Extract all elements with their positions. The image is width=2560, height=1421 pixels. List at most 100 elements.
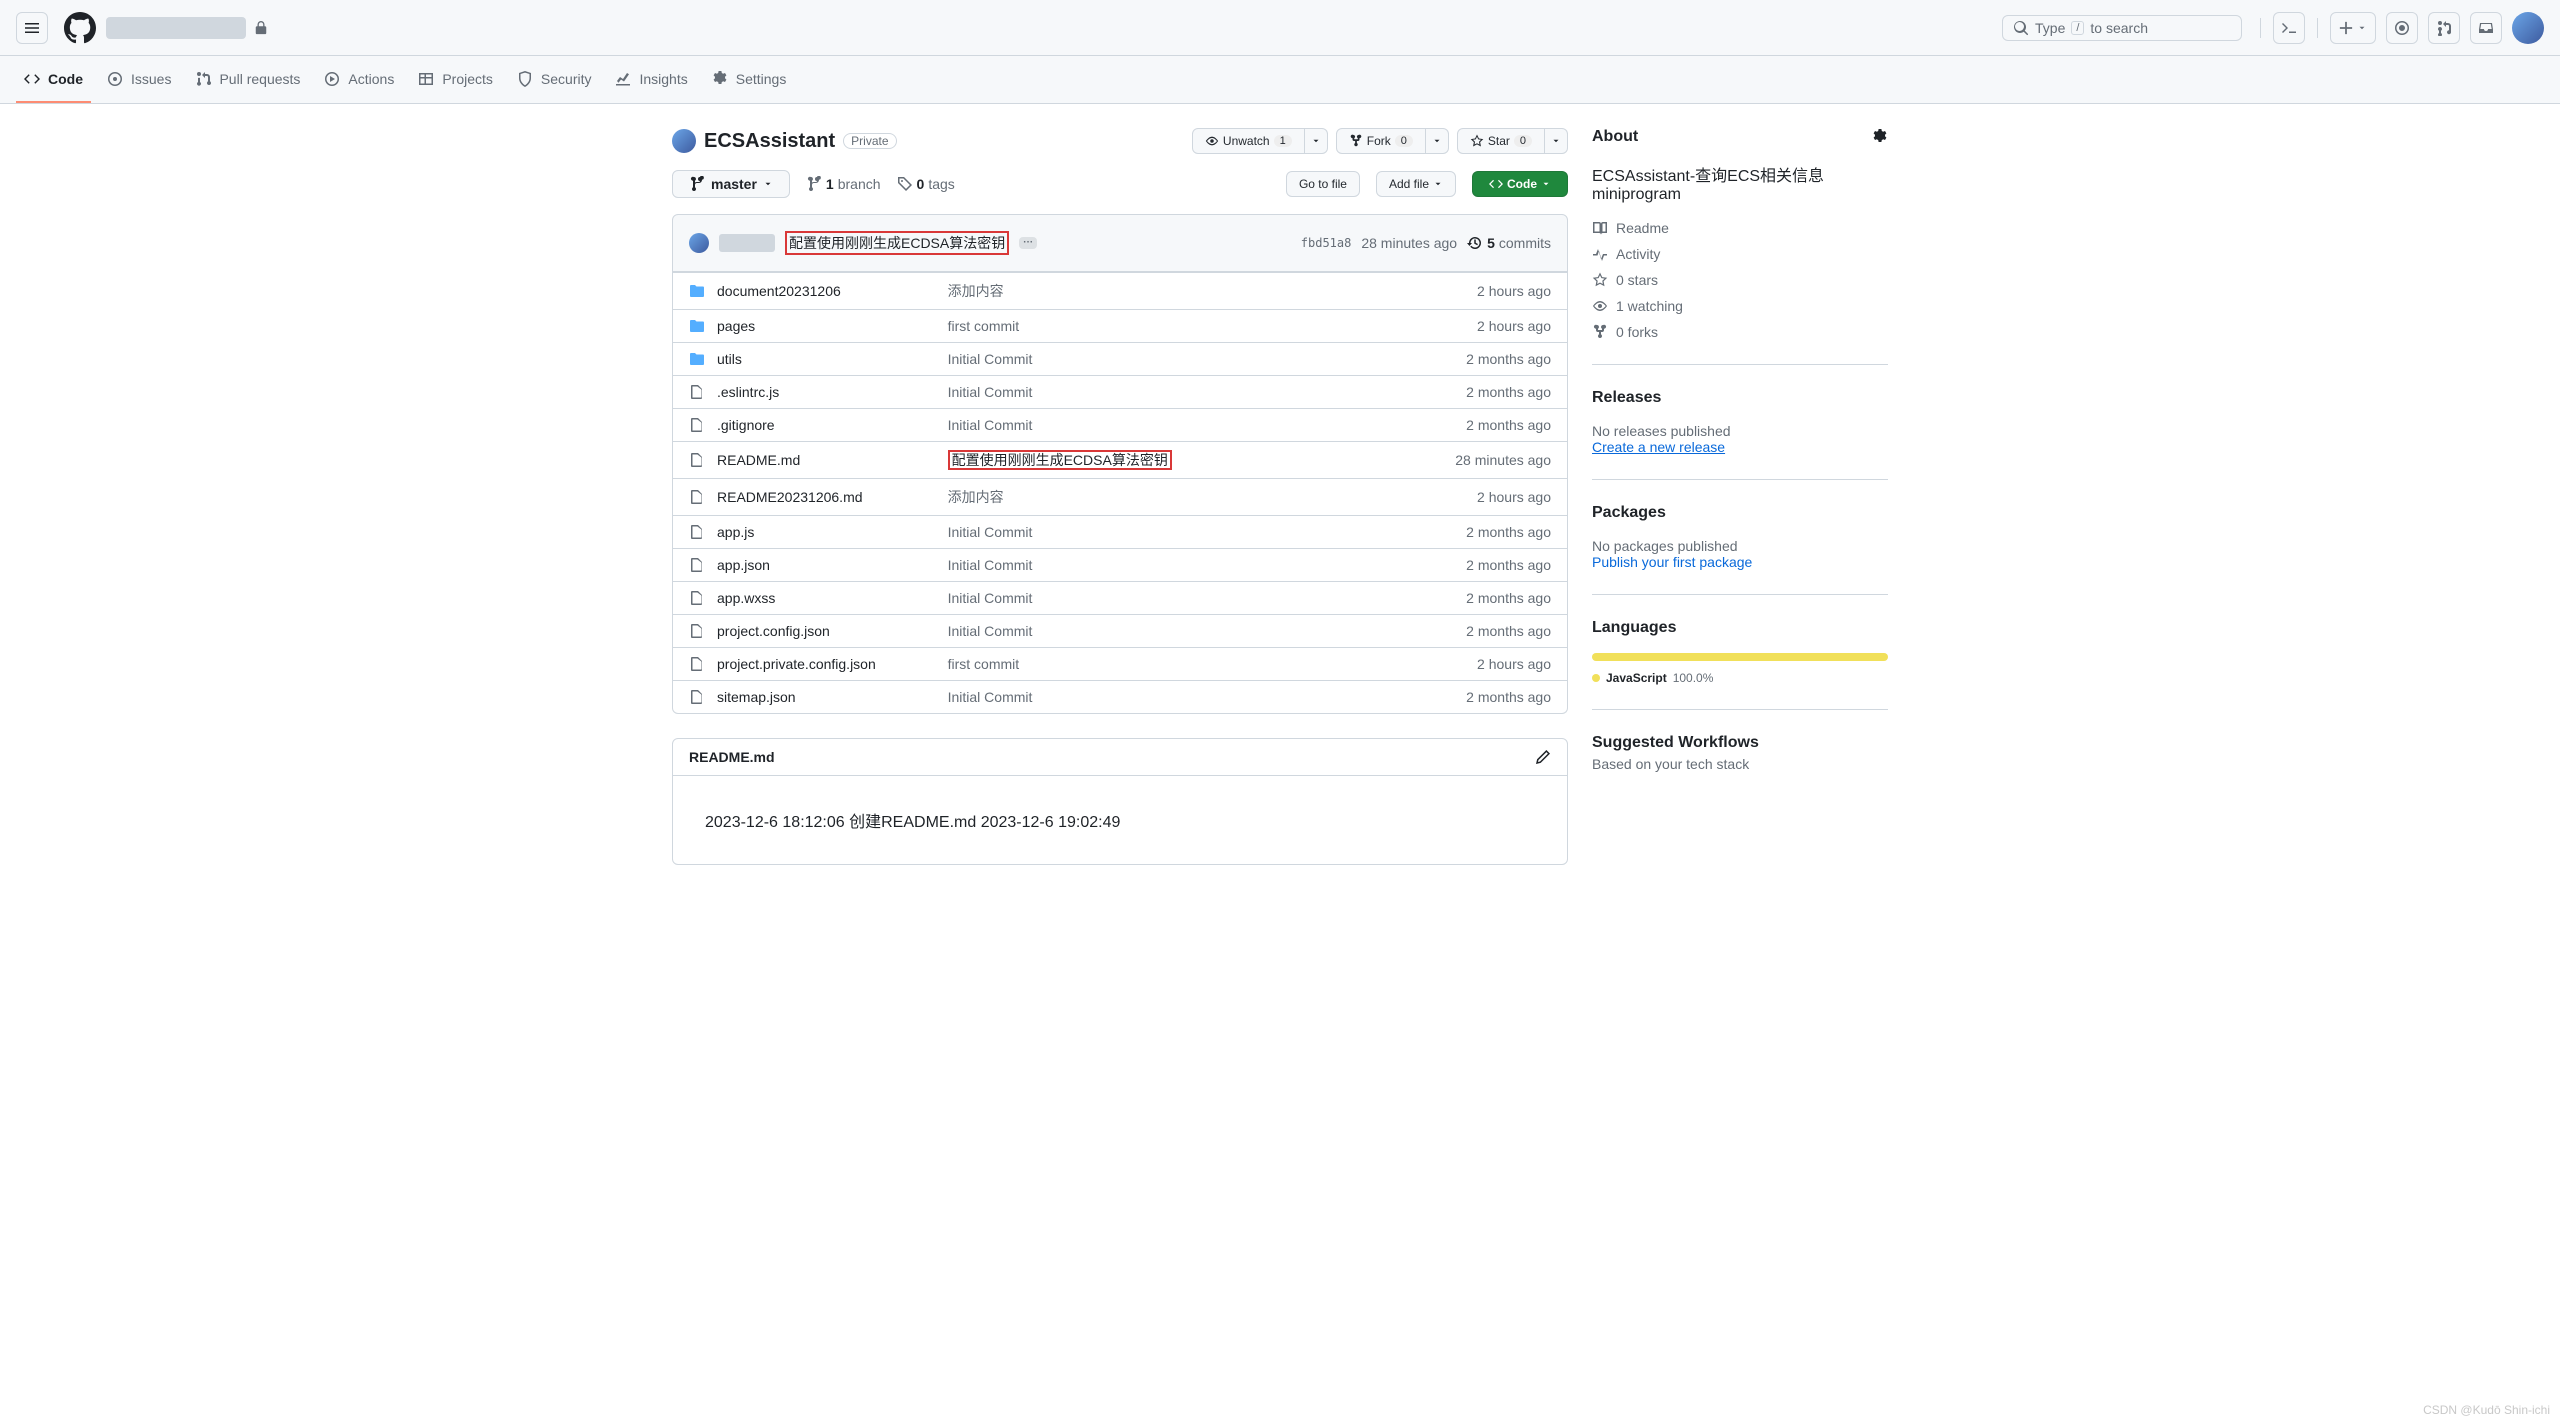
readme-body: 2023-12-6 18:12:06 创建README.md 2023-12-6… — [673, 776, 1567, 864]
publish-package-link[interactable]: Publish your first package — [1592, 554, 1752, 570]
repo-breadcrumb[interactable] — [106, 17, 268, 39]
branch-icon — [689, 176, 705, 192]
language-bar — [1592, 653, 1888, 661]
gear-icon — [1872, 129, 1888, 145]
hamburger-button[interactable] — [16, 12, 48, 44]
file-name-link[interactable]: app.wxss — [717, 590, 775, 606]
commit-ago[interactable]: 28 minutes ago — [1361, 235, 1457, 251]
tab-security[interactable]: Security — [509, 56, 600, 103]
file-name-link[interactable]: utils — [717, 351, 742, 367]
code-button[interactable]: Code — [1472, 171, 1568, 197]
fork-button[interactable]: Fork 0 — [1336, 128, 1426, 154]
notifications-button[interactable] — [2470, 12, 2502, 44]
user-avatar[interactable] — [2512, 12, 2544, 44]
file-commit-msg[interactable]: Initial Commit — [948, 417, 1033, 433]
file-commit-msg[interactable]: first commit — [948, 656, 1020, 672]
fork-icon — [1592, 324, 1608, 340]
repo-name[interactable]: ECSAssistant — [704, 130, 835, 153]
file-name-link[interactable]: project.config.json — [717, 623, 830, 639]
file-commit-msg[interactable]: 添加内容 — [948, 489, 1004, 505]
file-row: utilsInitial Commit2 months ago — [673, 342, 1567, 375]
tab-insights[interactable]: Insights — [607, 56, 695, 103]
issues-global-button[interactable] — [2386, 12, 2418, 44]
star-button[interactable]: Star 0 — [1457, 128, 1545, 154]
file-commit-msg[interactable]: Initial Commit — [948, 689, 1033, 705]
commits-link[interactable]: 5 commits — [1467, 235, 1551, 251]
tab-security-label: Security — [541, 71, 592, 87]
file-name-link[interactable]: pages — [717, 318, 755, 334]
create-release-link[interactable]: Create a new release — [1592, 439, 1725, 455]
search-placeholder-b: to search — [2090, 20, 2148, 36]
languages-block: Languages JavaScript 100.0% — [1592, 619, 1888, 710]
file-commit-msg[interactable]: Initial Commit — [948, 351, 1033, 367]
star-menu[interactable] — [1545, 128, 1568, 154]
triangle-down-icon — [1433, 179, 1443, 189]
watching-link[interactable]: 1 watching — [1592, 298, 1888, 314]
fork-icon — [1349, 134, 1363, 148]
file-commit-msg[interactable]: Initial Commit — [948, 524, 1033, 540]
star-count: 0 — [1514, 135, 1532, 147]
stars-link[interactable]: 0 stars — [1592, 272, 1888, 288]
commits-label: commits — [1499, 235, 1551, 251]
file-name-link[interactable]: project.private.config.json — [717, 656, 876, 672]
commit-author-redacted — [719, 234, 775, 252]
pulls-global-button[interactable] — [2428, 12, 2460, 44]
file-name-link[interactable]: .eslintrc.js — [717, 384, 779, 400]
tab-code[interactable]: Code — [16, 56, 91, 103]
file-commit-msg[interactable]: 配置使用刚刚生成ECDSA算法密钥 — [948, 450, 1172, 470]
file-name-link[interactable]: app.js — [717, 524, 754, 540]
forks-link[interactable]: 0 forks — [1592, 324, 1888, 340]
github-logo[interactable] — [64, 12, 96, 44]
file-commit-msg[interactable]: 添加内容 — [948, 283, 1004, 299]
language-pct: 100.0% — [1673, 671, 1714, 685]
file-ago: 2 hours ago — [1411, 318, 1551, 334]
file-name-link[interactable]: document20231206 — [717, 283, 841, 299]
about-settings-button[interactable] — [1872, 129, 1888, 145]
tab-pulls[interactable]: Pull requests — [187, 56, 308, 103]
tab-issues[interactable]: Issues — [99, 56, 179, 103]
search-input[interactable]: Type / to search — [2002, 15, 2242, 41]
add-file-label: Add file — [1389, 177, 1429, 191]
search-icon — [2013, 20, 2029, 36]
file-ago: 2 hours ago — [1411, 656, 1551, 672]
triangle-down-icon — [2357, 23, 2367, 33]
file-name-link[interactable]: README.md — [717, 452, 800, 468]
readme-box: README.md 2023-12-6 18:12:06 创建README.md… — [672, 738, 1568, 865]
tags-link[interactable]: 0 tags — [897, 176, 955, 192]
file-commit-msg[interactable]: first commit — [948, 318, 1020, 334]
tab-settings[interactable]: Settings — [704, 56, 795, 103]
command-palette-button[interactable] — [2273, 12, 2305, 44]
file-name-link[interactable]: app.json — [717, 557, 770, 573]
create-new-button[interactable] — [2330, 12, 2376, 44]
file-name-link[interactable]: README20231206.md — [717, 489, 863, 505]
file-commit-msg[interactable]: Initial Commit — [948, 623, 1033, 639]
unwatch-button[interactable]: Unwatch 1 — [1192, 128, 1305, 154]
language-item[interactable]: JavaScript 100.0% — [1592, 671, 1888, 685]
branches-link[interactable]: 1 branch — [806, 176, 881, 192]
tag-icon — [897, 176, 913, 192]
go-to-file-button[interactable]: Go to file — [1286, 171, 1360, 197]
file-icon — [689, 489, 705, 505]
file-commit-msg[interactable]: Initial Commit — [948, 384, 1033, 400]
unwatch-menu[interactable] — [1305, 128, 1328, 154]
commit-author-avatar[interactable] — [689, 233, 709, 253]
commit-message[interactable]: 配置使用刚刚生成ECDSA算法密钥 — [785, 231, 1009, 255]
book-icon — [1592, 220, 1608, 236]
file-commit-msg[interactable]: Initial Commit — [948, 557, 1033, 573]
file-name-link[interactable]: .gitignore — [717, 417, 775, 433]
file-commit-msg[interactable]: Initial Commit — [948, 590, 1033, 606]
readme-title[interactable]: README.md — [689, 749, 775, 765]
file-ago: 2 months ago — [1411, 689, 1551, 705]
readme-link[interactable]: Readme — [1592, 220, 1888, 236]
branch-select[interactable]: master — [672, 170, 790, 198]
add-file-button[interactable]: Add file — [1376, 171, 1456, 197]
commit-more-button[interactable]: ··· — [1019, 237, 1037, 249]
file-name-link[interactable]: sitemap.json — [717, 689, 796, 705]
file-row: sitemap.json Initial Commit 2 months ago — [673, 680, 1567, 713]
tab-projects[interactable]: Projects — [410, 56, 501, 103]
fork-menu[interactable] — [1426, 128, 1449, 154]
tab-actions[interactable]: Actions — [316, 56, 402, 103]
commit-sha[interactable]: fbd51a8 — [1301, 236, 1352, 250]
activity-link[interactable]: Activity — [1592, 246, 1888, 262]
edit-readme-button[interactable] — [1535, 749, 1551, 765]
